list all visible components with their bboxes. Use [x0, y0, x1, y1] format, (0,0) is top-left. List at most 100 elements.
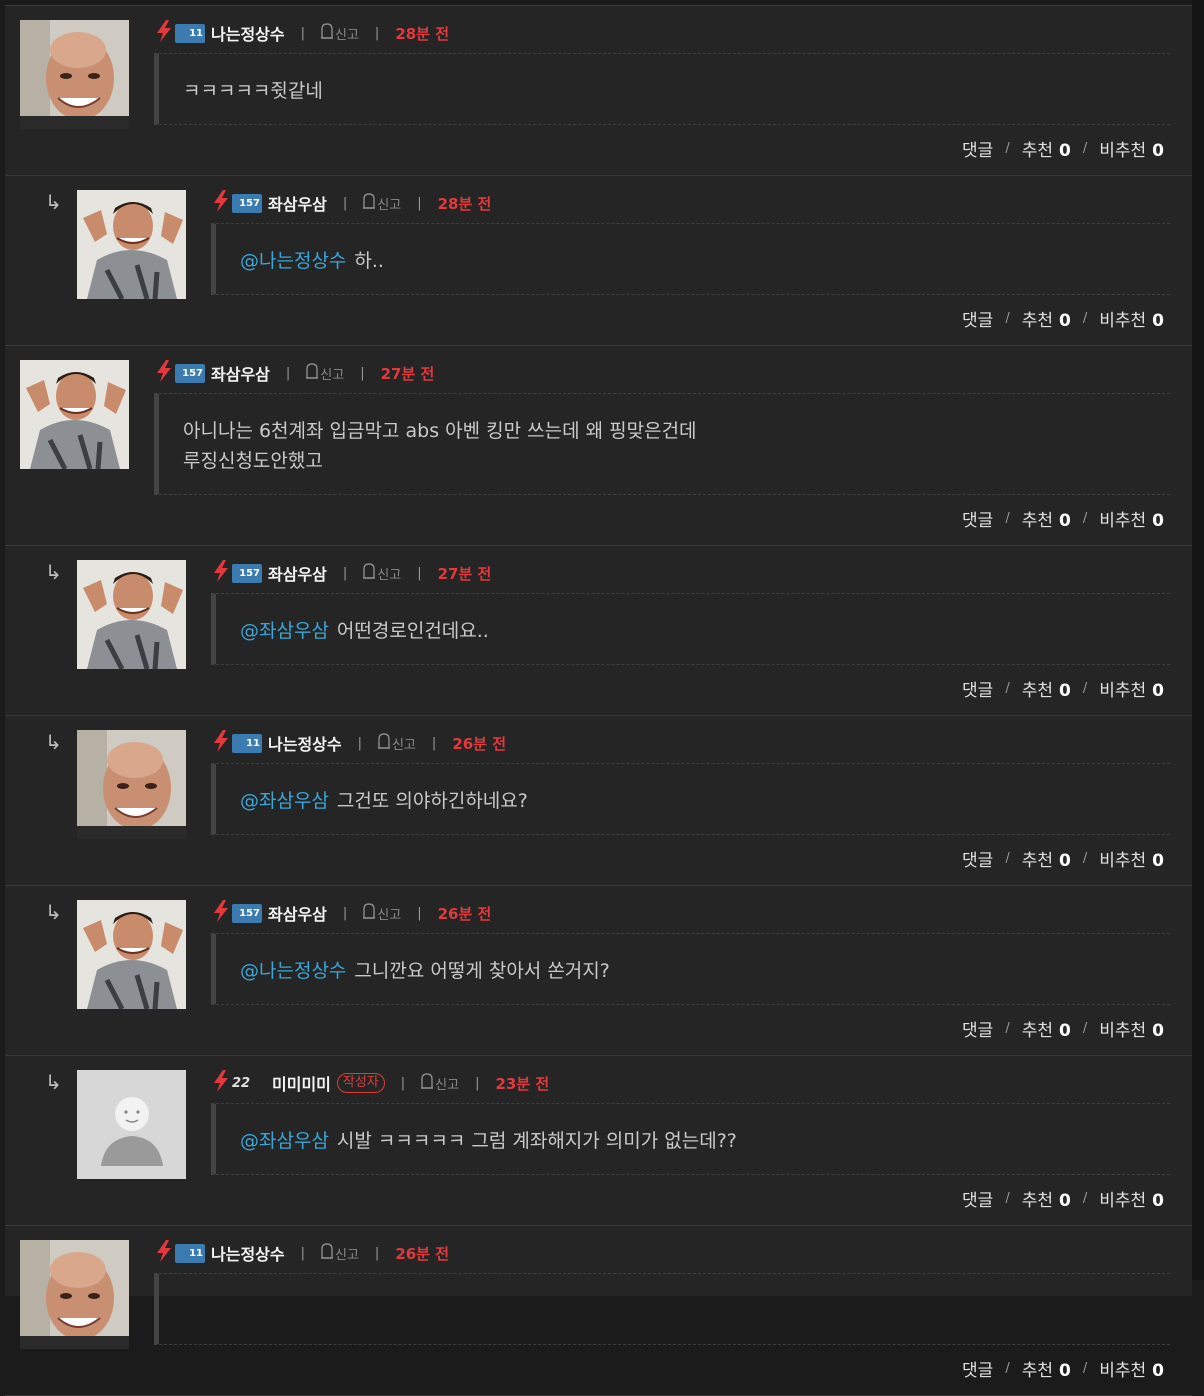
comment-header: 157 좌삼우삼 | 신고 | 26분 전: [212, 898, 491, 928]
nickname[interactable]: 나는정상수: [268, 731, 342, 755]
like-button[interactable]: 추천 0: [1022, 1186, 1071, 1211]
report-label: 신고: [320, 367, 345, 383]
timestamp: 23분 전: [495, 1074, 550, 1093]
mention-link[interactable]: @나는정상수: [240, 250, 346, 272]
reply-button[interactable]: 댓글: [962, 1016, 993, 1041]
report-label: 신고: [335, 27, 359, 43]
report-button[interactable]: 신고: [321, 1243, 359, 1263]
reply-button[interactable]: 댓글: [962, 1186, 993, 1211]
reply-button[interactable]: 댓글: [962, 136, 993, 161]
like-button[interactable]: 추천 0: [1022, 1356, 1071, 1381]
reply-button[interactable]: 댓글: [962, 306, 993, 331]
separator: |: [417, 905, 422, 921]
avatar[interactable]: [77, 730, 186, 839]
scrollbar[interactable]: [1192, 0, 1204, 1280]
separator: |: [360, 365, 365, 381]
comment-text: 하..: [354, 250, 384, 272]
dislike-button[interactable]: 비추천 0: [1099, 306, 1164, 331]
report-icon: [363, 193, 377, 213]
dislike-button[interactable]: 비추천 0: [1099, 1016, 1164, 1041]
reply-comment: ↳ 157 좌삼우삼 | 신고 | 28분 전 @나는정상수 하.. 댓글 / 추천 0/비추천 0: [5, 176, 1192, 346]
avatar[interactable]: [77, 900, 186, 1009]
divider: /: [1005, 1361, 1010, 1376]
report-button[interactable]: 신고: [421, 1073, 459, 1093]
report-button[interactable]: 신고: [378, 733, 416, 753]
nickname[interactable]: 좌삼우삼: [268, 561, 327, 585]
dislike-button[interactable]: 비추천 0: [1099, 676, 1164, 701]
mention-link[interactable]: @좌삼우삼: [240, 790, 329, 812]
dislike-label: 비추천: [1099, 511, 1147, 531]
nickname[interactable]: 좌삼우삼: [268, 901, 327, 925]
report-button[interactable]: 신고: [363, 903, 401, 923]
comment-actions: 댓글 / 추천 0/비추천 0: [962, 136, 1164, 161]
comment-text: 어떤경로인건데요..: [336, 620, 489, 642]
avatar[interactable]: [20, 20, 129, 129]
avatar[interactable]: [77, 190, 186, 299]
reply-arrow-icon: ↳: [45, 730, 62, 754]
nickname[interactable]: 미미미미: [272, 1071, 331, 1095]
report-button[interactable]: 신고: [363, 563, 401, 583]
like-label: 추천: [1021, 141, 1053, 161]
level-badge: 22: [232, 1075, 251, 1091]
separator: |: [475, 1075, 480, 1091]
bolt-icon: [212, 730, 232, 756]
like-button[interactable]: 추천 0: [1022, 846, 1071, 871]
comment-text: 아니나는 6천계좌 입금막고 abs 아벤 킹만 쓰는데 왜 핑맞은건데: [183, 420, 697, 442]
reply-arrow-icon: ↳: [45, 560, 62, 584]
reply-arrow-icon: ↳: [45, 900, 62, 924]
report-button[interactable]: 신고: [306, 363, 344, 383]
avatar[interactable]: [77, 560, 186, 669]
report-label: 신고: [335, 1247, 359, 1263]
level-badge: 157: [232, 903, 262, 923]
dislike-button[interactable]: 비추천 0: [1099, 1356, 1164, 1381]
like-button[interactable]: 추천 0: [1022, 136, 1071, 161]
timestamp: 26분 전: [437, 904, 492, 923]
avatar[interactable]: [77, 1070, 186, 1179]
timestamp: 28분 전: [395, 24, 450, 43]
nickname[interactable]: 나는정상수: [211, 1241, 285, 1265]
comment-header: 11 나는정상수 | 신고 | 26분 전: [212, 728, 506, 758]
separator: |: [374, 25, 380, 41]
divider: /: [1005, 851, 1010, 866]
separator: |: [357, 735, 362, 751]
report-button[interactable]: 신고: [363, 193, 401, 213]
mention-link[interactable]: @좌삼우삼: [240, 1130, 329, 1152]
like-count: 0: [1059, 1361, 1071, 1381]
level-badge: 157: [232, 563, 262, 583]
reply-button[interactable]: 댓글: [962, 1356, 993, 1381]
reply-button[interactable]: 댓글: [962, 506, 993, 531]
dislike-label: 비추천: [1099, 311, 1147, 331]
report-label: 신고: [377, 907, 402, 923]
divider: /: [1082, 1021, 1088, 1036]
avatar[interactable]: [20, 360, 129, 469]
level-badge: 11: [232, 733, 262, 753]
mention-link[interactable]: @좌삼우삼: [240, 620, 329, 642]
dislike-label: 비추천: [1099, 141, 1147, 161]
reply-button[interactable]: 댓글: [962, 676, 993, 701]
dislike-button[interactable]: 비추천 0: [1099, 1186, 1164, 1211]
nickname[interactable]: 좌삼우삼: [211, 361, 270, 385]
reply-button[interactable]: 댓글: [962, 846, 993, 871]
mention-link[interactable]: @나는정상수: [240, 960, 346, 982]
report-button[interactable]: 신고: [321, 23, 359, 43]
dislike-count: 0: [1152, 681, 1164, 701]
nickname[interactable]: 좌삼우삼: [268, 191, 327, 215]
dislike-button[interactable]: 비추천 0: [1099, 846, 1164, 871]
like-button[interactable]: 추천 0: [1022, 1016, 1071, 1041]
divider: /: [1082, 1191, 1088, 1206]
nickname[interactable]: 나는정상수: [211, 21, 285, 45]
separator: |: [417, 565, 422, 581]
like-button[interactable]: 추천 0: [1022, 506, 1071, 531]
bolt-icon: [212, 1070, 232, 1096]
like-button[interactable]: 추천 0: [1022, 306, 1071, 331]
report-label: 신고: [377, 567, 402, 583]
dislike-count: 0: [1152, 311, 1164, 331]
comment-header: 157 좌삼우삼 | 신고 | 27분 전: [212, 558, 491, 588]
avatar[interactable]: [20, 1240, 129, 1349]
dislike-label: 비추천: [1099, 681, 1147, 701]
dislike-button[interactable]: 비추천 0: [1099, 506, 1164, 531]
dislike-count: 0: [1152, 851, 1164, 871]
dislike-button[interactable]: 비추천 0: [1099, 136, 1164, 161]
like-button[interactable]: 추천 0: [1022, 676, 1071, 701]
divider: /: [1082, 851, 1088, 866]
